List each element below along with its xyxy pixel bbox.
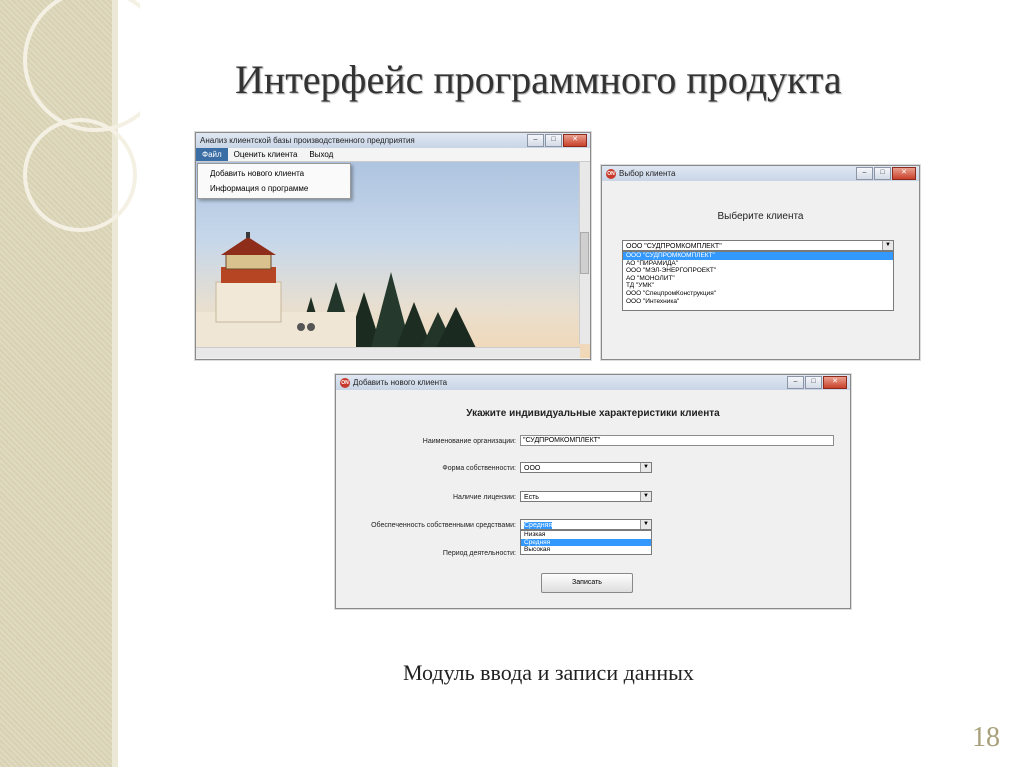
menu-evaluate-client[interactable]: Оценить клиента <box>228 150 304 159</box>
own-funds-label: Обеспеченность собственными средствами: <box>371 522 516 529</box>
file-dropdown-menu: Добавить нового клиента Информация о про… <box>197 163 351 199</box>
minimize-icon[interactable]: – <box>856 167 873 180</box>
chevron-down-icon[interactable]: ▼ <box>640 492 651 501</box>
own-funds-combobox[interactable]: Средняя ▼ <box>520 519 652 530</box>
org-name-input[interactable]: "СУДПРОМКОМПЛЕКТ" <box>520 435 834 446</box>
menu-exit[interactable]: Выход <box>303 150 339 159</box>
scrollbar-thumb[interactable] <box>580 232 589 274</box>
own-funds-option[interactable]: Низкая <box>521 531 651 539</box>
client-option[interactable]: ООО "СпецпромКонструкция" <box>623 290 893 298</box>
select-client-body: Выберите клиента ООО "СУДПРОМКОМПЛЕКТ" ▼… <box>602 181 919 359</box>
maximize-icon[interactable]: □ <box>874 167 891 180</box>
add-client-titlebar: ON Добавить нового клиента – □ ✕ <box>336 375 850 390</box>
client-dropdown-list: ООО "СУДПРОМКОМПЛЕКТ" АО "ПИРАМИДА" ООО "М… <box>622 251 894 311</box>
license-value: Есть <box>524 494 539 501</box>
ownership-value: ООО <box>524 465 541 472</box>
own-funds-dropdown-list: Низкая Средняя Высокая <box>520 530 652 555</box>
chevron-down-icon[interactable]: ▼ <box>882 241 893 250</box>
decorative-circles <box>23 0 140 232</box>
client-option[interactable]: ТД "УМК" <box>623 282 893 290</box>
slide-page-number: 18 <box>972 722 1000 753</box>
add-client-heading: Укажите индивидуальные характеристики кл… <box>466 408 720 419</box>
license-label: Наличие лицензии: <box>453 494 516 501</box>
select-client-heading: Выберите клиента <box>717 211 804 222</box>
menu-file[interactable]: Файл <box>196 148 228 161</box>
menu-bar: Файл Оценить клиента Выход <box>196 148 590 162</box>
client-option[interactable]: АО "ПИРАМИДА" <box>623 260 893 268</box>
vertical-scrollbar[interactable] <box>579 162 590 344</box>
horizontal-scrollbar[interactable] <box>196 347 580 358</box>
slide-title: Интерфейс программного продукта <box>235 57 842 102</box>
period-label: Период деятельности: <box>442 550 516 557</box>
client-option[interactable]: ООО "МЭЛ-ЭНЕРГОПРОЕКТ" <box>623 267 893 275</box>
select-client-window: ON Выбор клиента – □ ✕ Выберите клиента О… <box>601 165 920 360</box>
client-combobox[interactable]: ООО "СУДПРОМКОМПЛЕКТ" ▼ <box>622 240 894 251</box>
own-funds-option[interactable]: Средняя <box>521 538 651 547</box>
main-window: Анализ клиентской базы производственного… <box>195 132 591 360</box>
minimize-icon[interactable]: – <box>527 134 544 147</box>
ownership-label: Форма собственности: <box>442 465 516 472</box>
menu-item-about[interactable]: Информация о программе <box>198 181 350 196</box>
org-name-label: Наименование организации: <box>422 438 516 445</box>
select-client-titlebar: ON Выбор клиента – □ ✕ <box>602 166 919 181</box>
chevron-down-icon[interactable]: ▼ <box>640 520 651 529</box>
client-combobox-value: ООО "СУДПРОМКОМПЛЕКТ" <box>626 243 722 250</box>
slide-caption: Модуль ввода и записи данных <box>403 660 694 685</box>
add-client-body: Укажите индивидуальные характеристики кл… <box>336 390 850 608</box>
select-client-title: Выбор клиента <box>619 169 676 178</box>
menu-item-add-client[interactable]: Добавить нового клиента <box>198 166 350 181</box>
main-window-title: Анализ клиентской базы производственного… <box>200 136 415 145</box>
save-button[interactable]: Записать <box>541 573 633 593</box>
license-combobox[interactable]: Есть ▼ <box>520 491 652 502</box>
client-option[interactable]: АО "МОНОЛИТ" <box>623 275 893 283</box>
minimize-icon[interactable]: – <box>787 376 804 389</box>
client-option[interactable]: ООО "СУДПРОМКОМПЛЕКТ" <box>623 252 893 260</box>
add-client-window: ON Добавить нового клиента – □ ✕ Укажите … <box>335 374 851 609</box>
client-option[interactable]: ООО "Интехника" <box>623 298 893 306</box>
chevron-down-icon[interactable]: ▼ <box>640 463 651 472</box>
app-logo-icon: ON <box>340 377 350 388</box>
app-logo-icon: ON <box>606 168 616 179</box>
main-window-titlebar: Анализ клиентской базы производственного… <box>196 133 590 148</box>
close-icon[interactable]: ✕ <box>823 376 847 389</box>
close-icon[interactable]: ✕ <box>892 167 916 180</box>
ownership-combobox[interactable]: ООО ▼ <box>520 462 652 473</box>
maximize-icon[interactable]: □ <box>805 376 822 389</box>
own-funds-value: Средняя <box>524 522 553 529</box>
close-icon[interactable]: ✕ <box>563 134 587 147</box>
own-funds-option[interactable]: Высокая <box>521 546 651 554</box>
maximize-icon[interactable]: □ <box>545 134 562 147</box>
add-client-title: Добавить нового клиента <box>353 378 448 387</box>
